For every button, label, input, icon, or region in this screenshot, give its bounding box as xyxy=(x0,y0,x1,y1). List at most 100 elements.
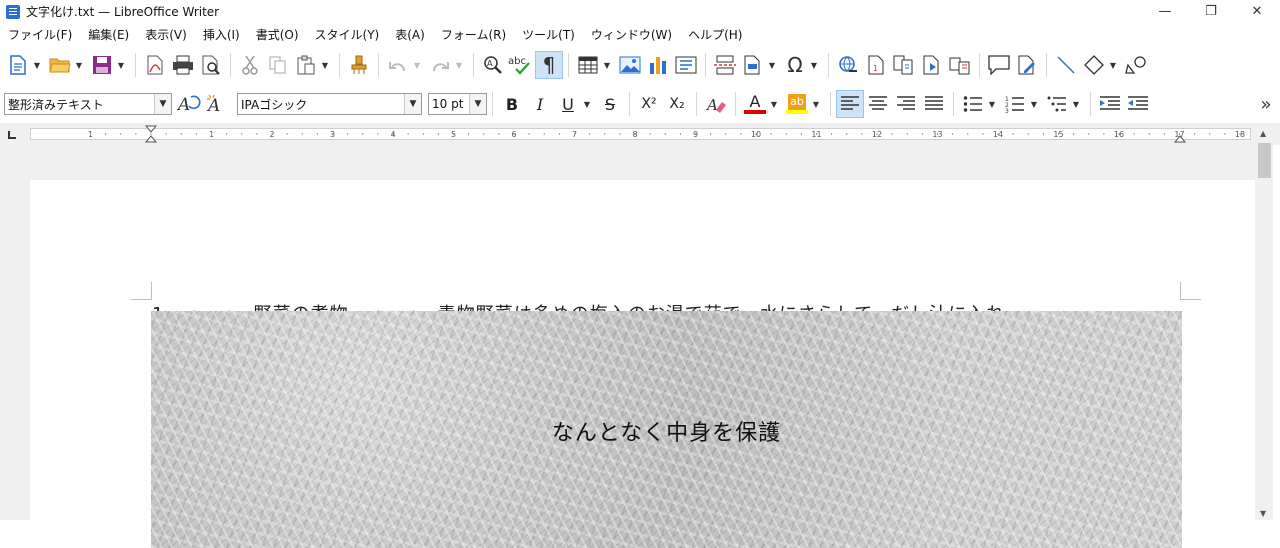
paste-button[interactable] xyxy=(292,51,320,79)
hyperlink-button[interactable] xyxy=(834,51,862,79)
paste-dropdown[interactable]: ▼ xyxy=(320,51,330,79)
basic-shapes-button[interactable] xyxy=(1080,51,1108,79)
redo-dropdown[interactable]: ▼ xyxy=(454,51,464,79)
scroll-down-icon[interactable]: ▼ xyxy=(1260,509,1266,518)
copy-button[interactable] xyxy=(264,51,292,79)
footnote-button[interactable]: 1 xyxy=(862,51,890,79)
highlight-dropdown[interactable]: ▼ xyxy=(811,90,821,118)
save-dropdown[interactable]: ▼ xyxy=(116,51,126,79)
undo-button[interactable] xyxy=(384,51,412,79)
subscript-button[interactable]: X₂ xyxy=(663,90,691,118)
insert-table-button[interactable] xyxy=(574,51,602,79)
outline-list-dropdown[interactable]: ▼ xyxy=(1071,90,1081,118)
menu-view[interactable]: 表示(V) xyxy=(140,25,192,45)
open-folder-icon xyxy=(49,58,71,73)
formatting-marks-button[interactable]: ¶ xyxy=(535,51,563,79)
insert-field-dropdown[interactable]: ▼ xyxy=(767,51,777,79)
tab-stop-selector-icon[interactable] xyxy=(8,131,16,139)
chevron-down-icon[interactable]: ▼ xyxy=(404,94,421,114)
vertical-scrollbar[interactable]: ▲ ▼ xyxy=(1256,123,1273,520)
more-toolbar-button[interactable]: » xyxy=(1252,90,1280,118)
font-name-select[interactable]: IPAゴシック ▼ xyxy=(237,93,422,115)
increase-indent-icon xyxy=(1100,96,1120,110)
spellcheck-button[interactable]: abc xyxy=(507,51,535,79)
special-character-dropdown[interactable]: ▼ xyxy=(809,51,819,79)
menu-file[interactable]: ファイル(F) xyxy=(3,25,77,45)
insert-table-dropdown[interactable]: ▼ xyxy=(602,51,612,79)
align-left-button[interactable] xyxy=(836,90,864,118)
new-style-button[interactable]: A xyxy=(203,90,231,118)
menu-tools[interactable]: ツール(T) xyxy=(517,25,580,45)
bookmark-button[interactable] xyxy=(918,51,946,79)
clear-formatting-button[interactable]: A xyxy=(702,90,730,118)
new-document-dropdown[interactable]: ▼ xyxy=(32,51,42,79)
right-indent-marker-icon[interactable] xyxy=(1173,123,1187,145)
paragraph-style-select[interactable]: 整形済みテキスト ▼ xyxy=(4,93,172,115)
underline-dropdown[interactable]: ▼ xyxy=(582,90,592,118)
chevron-down-icon[interactable]: ▼ xyxy=(469,94,486,114)
page-break-button[interactable] xyxy=(711,51,739,79)
insert-textbox-button[interactable] xyxy=(672,51,700,79)
find-replace-button[interactable]: A xyxy=(479,51,507,79)
cross-reference-button[interactable] xyxy=(890,51,918,79)
menu-form[interactable]: フォーム(R) xyxy=(436,25,511,45)
new-document-button[interactable] xyxy=(4,51,32,79)
open-button[interactable] xyxy=(46,51,74,79)
export-pdf-button[interactable] xyxy=(141,51,169,79)
decrease-indent-button[interactable] xyxy=(1124,90,1152,118)
ordered-list-button[interactable]: 123 xyxy=(1001,90,1029,118)
bold-button[interactable]: B xyxy=(498,90,526,118)
highlight-button[interactable]: ab xyxy=(783,90,811,118)
basic-shapes-dropdown[interactable]: ▼ xyxy=(1108,51,1118,79)
insert-line-button[interactable] xyxy=(1052,51,1080,79)
crumpled-paper-overlay: なんとなく中身を保護 xyxy=(151,311,1182,548)
insert-image-button[interactable] xyxy=(616,51,644,79)
close-button[interactable]: ✕ xyxy=(1234,0,1280,23)
superscript-button[interactable]: X² xyxy=(635,90,663,118)
clone-formatting-button[interactable] xyxy=(345,51,373,79)
special-character-button[interactable]: Ω xyxy=(781,51,809,79)
menu-format[interactable]: 書式(O) xyxy=(251,25,304,45)
update-style-button[interactable]: A xyxy=(175,90,203,118)
print-button[interactable] xyxy=(169,51,197,79)
undo-dropdown[interactable]: ▼ xyxy=(412,51,422,79)
unordered-list-button[interactable] xyxy=(959,90,987,118)
navigate-button[interactable] xyxy=(946,51,974,79)
insert-chart-button[interactable] xyxy=(644,51,672,79)
align-center-button[interactable] xyxy=(864,90,892,118)
menu-help[interactable]: ヘルプ(H) xyxy=(683,25,747,45)
draw-functions-button[interactable] xyxy=(1122,51,1150,79)
font-size-select[interactable]: 10 pt ▼ xyxy=(428,93,487,115)
minimize-button[interactable]: — xyxy=(1142,0,1188,23)
restore-button[interactable]: ❐ xyxy=(1188,0,1234,23)
align-right-button[interactable] xyxy=(892,90,920,118)
menu-window[interactable]: ウィンドウ(W) xyxy=(586,25,677,45)
left-indent-marker-icon[interactable] xyxy=(144,123,158,145)
unordered-list-dropdown[interactable]: ▼ xyxy=(987,90,997,118)
outline-list-button[interactable] xyxy=(1043,90,1071,118)
track-changes-button[interactable] xyxy=(1013,51,1041,79)
scroll-up-icon[interactable]: ▲ xyxy=(1260,129,1266,138)
open-dropdown[interactable]: ▼ xyxy=(74,51,84,79)
justify-button[interactable] xyxy=(920,90,948,118)
menu-edit[interactable]: 編集(E) xyxy=(83,25,134,45)
font-color-dropdown[interactable]: ▼ xyxy=(769,90,779,118)
insert-comment-button[interactable] xyxy=(985,51,1013,79)
increase-indent-button[interactable] xyxy=(1096,90,1124,118)
underline-button[interactable]: U xyxy=(554,90,582,118)
cut-button[interactable] xyxy=(236,51,264,79)
italic-button[interactable]: I xyxy=(526,90,554,118)
menu-styles[interactable]: スタイル(Y) xyxy=(310,25,385,45)
ordered-list-dropdown[interactable]: ▼ xyxy=(1029,90,1039,118)
print-preview-button[interactable] xyxy=(197,51,225,79)
scrollbar-thumb[interactable] xyxy=(1258,143,1271,178)
menu-table[interactable]: 表(A) xyxy=(390,25,430,45)
strikethrough-button[interactable]: S xyxy=(596,90,624,118)
save-button[interactable] xyxy=(88,51,116,79)
insert-field-button[interactable] xyxy=(739,51,767,79)
menu-insert[interactable]: 挿入(I) xyxy=(198,25,245,45)
font-color-button[interactable]: A xyxy=(741,90,769,118)
redo-button[interactable] xyxy=(426,51,454,79)
chevron-down-icon[interactable]: ▼ xyxy=(154,94,171,114)
horizontal-ruler[interactable]: 1123456789101112131415161718 xyxy=(0,123,1280,145)
